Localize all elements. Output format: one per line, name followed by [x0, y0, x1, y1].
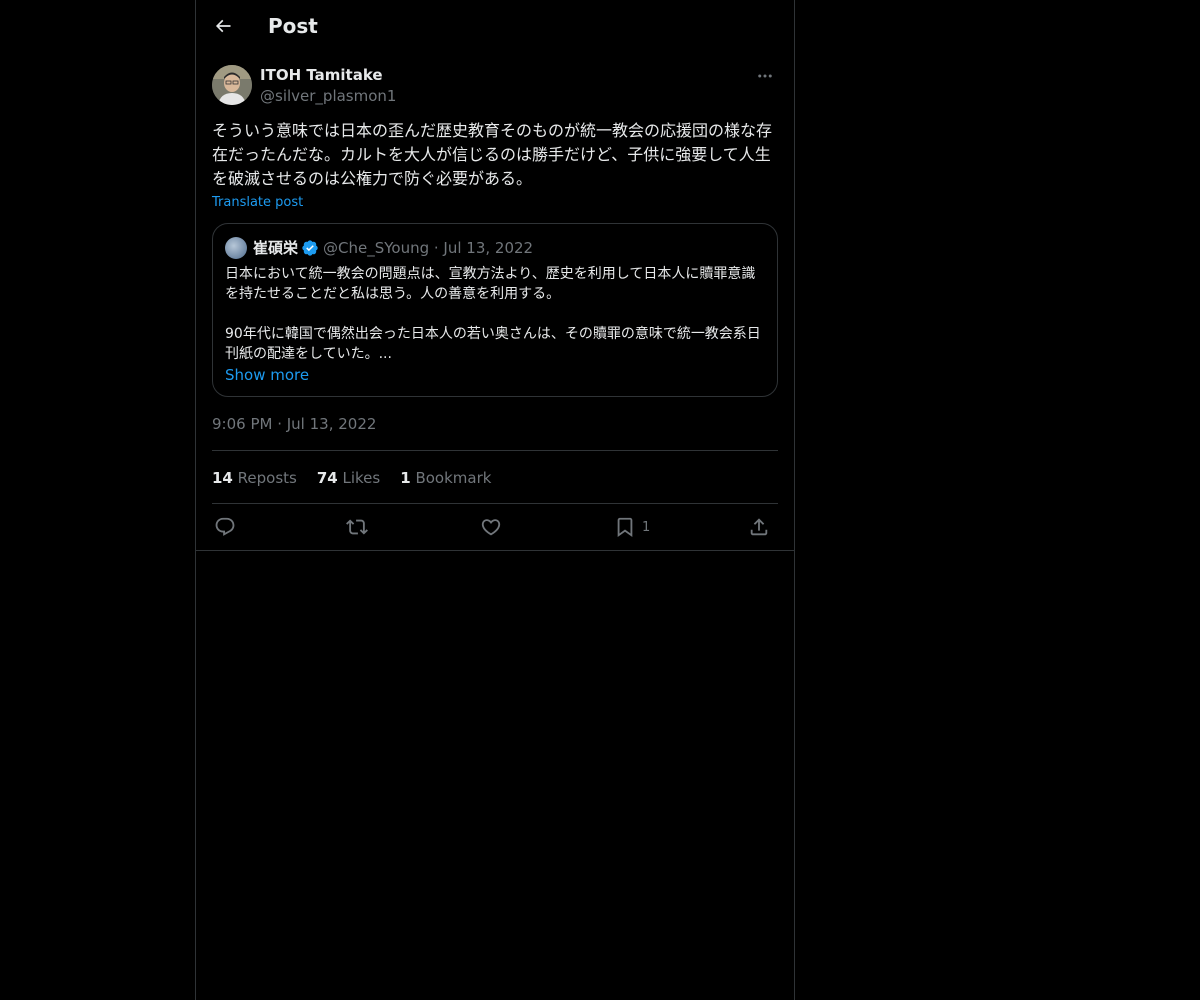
reposts-label: Reposts	[237, 469, 297, 487]
show-more-link[interactable]: Show more	[225, 365, 309, 385]
page-title: Post	[268, 14, 318, 38]
likes-count: 74	[316, 469, 338, 487]
reposts-stat[interactable]: 14 Reposts	[212, 468, 297, 488]
more-button[interactable]	[752, 66, 778, 86]
bookmark-button[interactable]: 1	[614, 515, 650, 539]
post-author: ITOH Tamitake @silver_plasmon1	[212, 64, 778, 108]
header: Post	[196, 0, 794, 53]
bookmarks-count: 1	[400, 469, 411, 487]
bookmark-count: 1	[642, 519, 651, 535]
translate-post-link[interactable]: Translate post	[212, 194, 303, 212]
bookmarks-label: Bookmark	[415, 469, 492, 487]
verified-badge-icon	[302, 240, 318, 256]
quoted-handle-date: @Che_SYoung · Jul 13, 2022	[323, 239, 534, 257]
like-icon	[481, 519, 501, 536]
bookmarks-stat[interactable]: 1 Bookmark	[400, 468, 491, 488]
quoted-author-name: 崔碩栄	[253, 239, 299, 257]
likes-label: Likes	[342, 469, 381, 487]
likes-stat[interactable]: 74 Likes	[317, 468, 380, 488]
post-text: そういう意味では日本の歪んだ歴史教育そのものが統一教会の応援団の様な存在だったん…	[212, 121, 773, 188]
reply-button[interactable]	[214, 515, 236, 539]
engagement-stats: 14 Reposts 74 Likes 1 Bookmark	[212, 468, 491, 488]
divider	[212, 450, 778, 451]
quoted-text: 日本において統一教会の問題点は、宣教方法より、歴史を利用して日本人に贖罪意識を持…	[225, 266, 761, 362]
repost-icon	[346, 519, 368, 535]
primary-column: Post ITOH Tamitake @silver_plasmon1 そういう…	[195, 0, 795, 1000]
back-button[interactable]	[208, 11, 238, 41]
quoted-avatar	[225, 237, 247, 259]
repost-button[interactable]	[346, 515, 368, 539]
author-handle[interactable]: @silver_plasmon1	[260, 86, 396, 106]
more-horizontal-icon	[758, 74, 772, 78]
arrow-left-icon	[215, 19, 231, 33]
share-button[interactable]	[748, 515, 770, 539]
avatar[interactable]	[212, 65, 252, 105]
author-name[interactable]: ITOH Tamitake	[260, 65, 383, 85]
action-bar: 1	[212, 504, 778, 550]
post-timestamp[interactable]: 9:06 PM · Jul 13, 2022	[212, 414, 376, 434]
bookmark-icon	[617, 517, 633, 538]
reposts-count: 14	[212, 469, 233, 487]
quoted-post[interactable]: 崔碩栄 @Che_SYoung · Jul 13, 2022 日本において統一教…	[212, 223, 778, 397]
like-button[interactable]	[480, 515, 502, 539]
divider	[196, 550, 794, 551]
reply-icon	[215, 517, 235, 536]
share-icon	[750, 518, 768, 536]
